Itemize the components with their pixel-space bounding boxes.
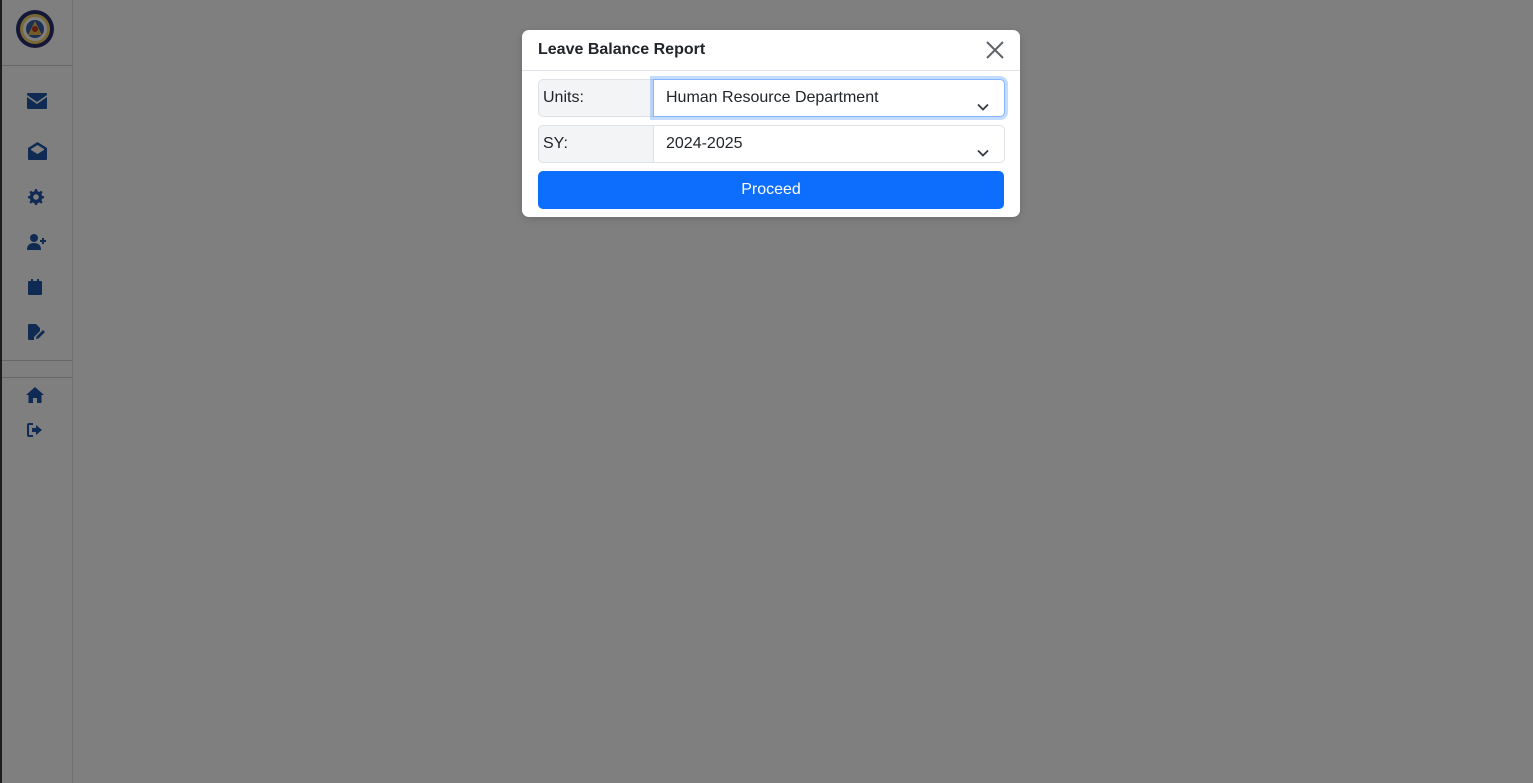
proceed-button[interactable]: Proceed: [538, 171, 1004, 209]
sy-row: SY: 2024-2025: [538, 125, 1005, 163]
units-select[interactable]: Human Resource Department: [653, 79, 1005, 117]
sy-select[interactable]: 2024-2025: [653, 125, 1005, 163]
close-icon[interactable]: [984, 39, 1006, 61]
leave-balance-report-modal: Leave Balance Report Units: Human Resour…: [522, 30, 1020, 217]
modal-header: Leave Balance Report: [522, 30, 1020, 71]
chevron-down-icon: [976, 92, 990, 111]
sy-selected-value: 2024-2025: [666, 135, 743, 152]
units-selected-value: Human Resource Department: [666, 89, 879, 106]
sy-label: SY:: [538, 125, 657, 163]
chevron-down-icon: [976, 138, 990, 157]
units-label: Units:: [538, 79, 657, 117]
units-row: Units: Human Resource Department: [538, 79, 1005, 117]
modal-title: Leave Balance Report: [538, 41, 706, 58]
